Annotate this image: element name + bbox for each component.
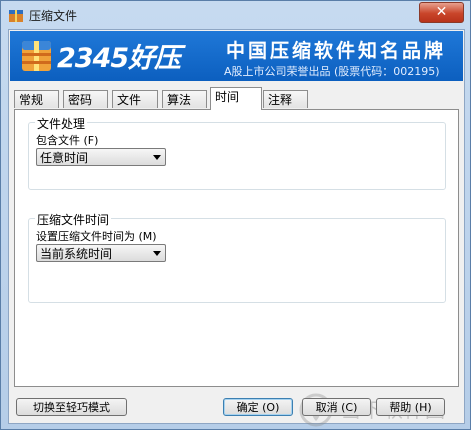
archive-time-group: 压缩文件时间 设置压缩文件时间为 (M) 当前系统时间 bbox=[28, 211, 446, 303]
dialog-window: 压缩文件 ✕ 2345好压 中国压缩软件知名品牌 A股上市公司荣誉出品 (股票代… bbox=[0, 0, 471, 430]
ok-button[interactable]: 确定 (O) bbox=[223, 398, 293, 416]
tab-algorithm[interactable]: 算法 bbox=[162, 90, 207, 108]
window-title: 压缩文件 bbox=[29, 9, 78, 23]
set-archive-time-label: 设置压缩文件时间为 (M) bbox=[36, 230, 157, 243]
include-files-label: 包含文件 (F) bbox=[36, 134, 99, 147]
tab-comment[interactable]: 注释 bbox=[263, 90, 308, 108]
help-button[interactable]: 帮助 (H) bbox=[376, 398, 445, 416]
dialog-client-area: 2345好压 中国压缩软件知名品牌 A股上市公司荣誉出品 (股票代码：00219… bbox=[8, 29, 465, 427]
cancel-button[interactable]: 取消 (C) bbox=[302, 398, 371, 416]
file-processing-title: 文件处理 bbox=[35, 115, 88, 132]
include-files-select[interactable]: 任意时间 bbox=[36, 148, 166, 166]
tab-password[interactable]: 密码 bbox=[63, 90, 108, 108]
file-processing-group: 文件处理 包含文件 (F) 任意时间 bbox=[28, 115, 446, 190]
switch-simple-mode-button[interactable]: 切换至轻巧模式 bbox=[16, 398, 127, 416]
chevron-down-icon bbox=[153, 251, 161, 256]
tab-general[interactable]: 常规 bbox=[14, 90, 59, 108]
brand-banner: 2345好压 中国压缩软件知名品牌 A股上市公司荣誉出品 (股票代码：00219… bbox=[10, 31, 463, 81]
brand-slogan: 中国压缩软件知名品牌 bbox=[226, 40, 447, 62]
brand-name: 2345好压 bbox=[57, 43, 181, 74]
tab-time[interactable]: 时间 bbox=[210, 87, 262, 110]
archive-time-value: 当前系统时间 bbox=[40, 247, 113, 261]
haozip-logo-icon bbox=[22, 41, 51, 71]
archive-time-select[interactable]: 当前系统时间 bbox=[36, 244, 166, 262]
title-bar[interactable]: 压缩文件 ✕ bbox=[1, 1, 470, 29]
include-files-value: 任意时间 bbox=[40, 151, 89, 165]
close-icon: ✕ bbox=[435, 4, 448, 20]
archive-time-title: 压缩文件时间 bbox=[35, 211, 112, 228]
brand-subline: A股上市公司荣誉出品 (股票代码：002195) bbox=[224, 65, 440, 78]
tab-bar: 常规 密码 文件 算法 时间 注释 bbox=[14, 87, 459, 110]
tab-files[interactable]: 文件 bbox=[112, 90, 158, 108]
archive-app-icon bbox=[9, 10, 23, 22]
close-button[interactable]: ✕ bbox=[419, 2, 464, 23]
time-tab-panel: 文件处理 包含文件 (F) 任意时间 压缩文件时间 设置压缩文件时间为 (M) … bbox=[14, 109, 459, 387]
chevron-down-icon bbox=[153, 155, 161, 160]
